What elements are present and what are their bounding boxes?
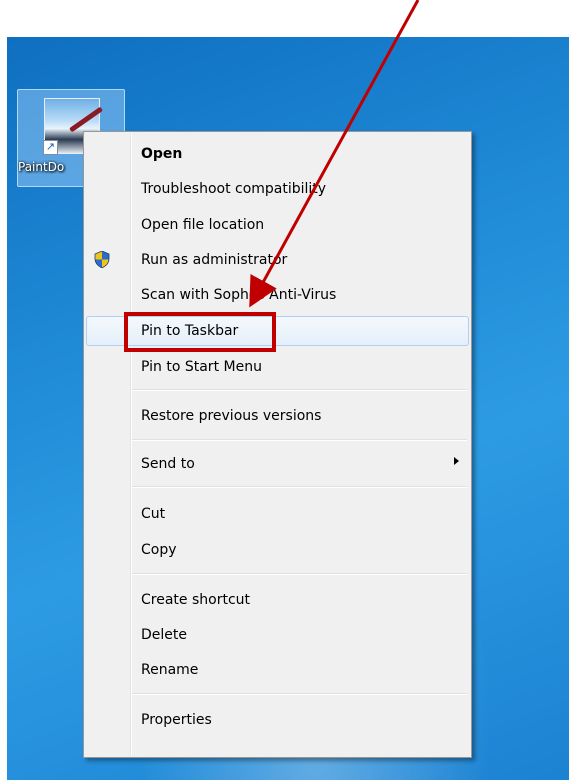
annotation-arrow-icon (249, 0, 420, 308)
